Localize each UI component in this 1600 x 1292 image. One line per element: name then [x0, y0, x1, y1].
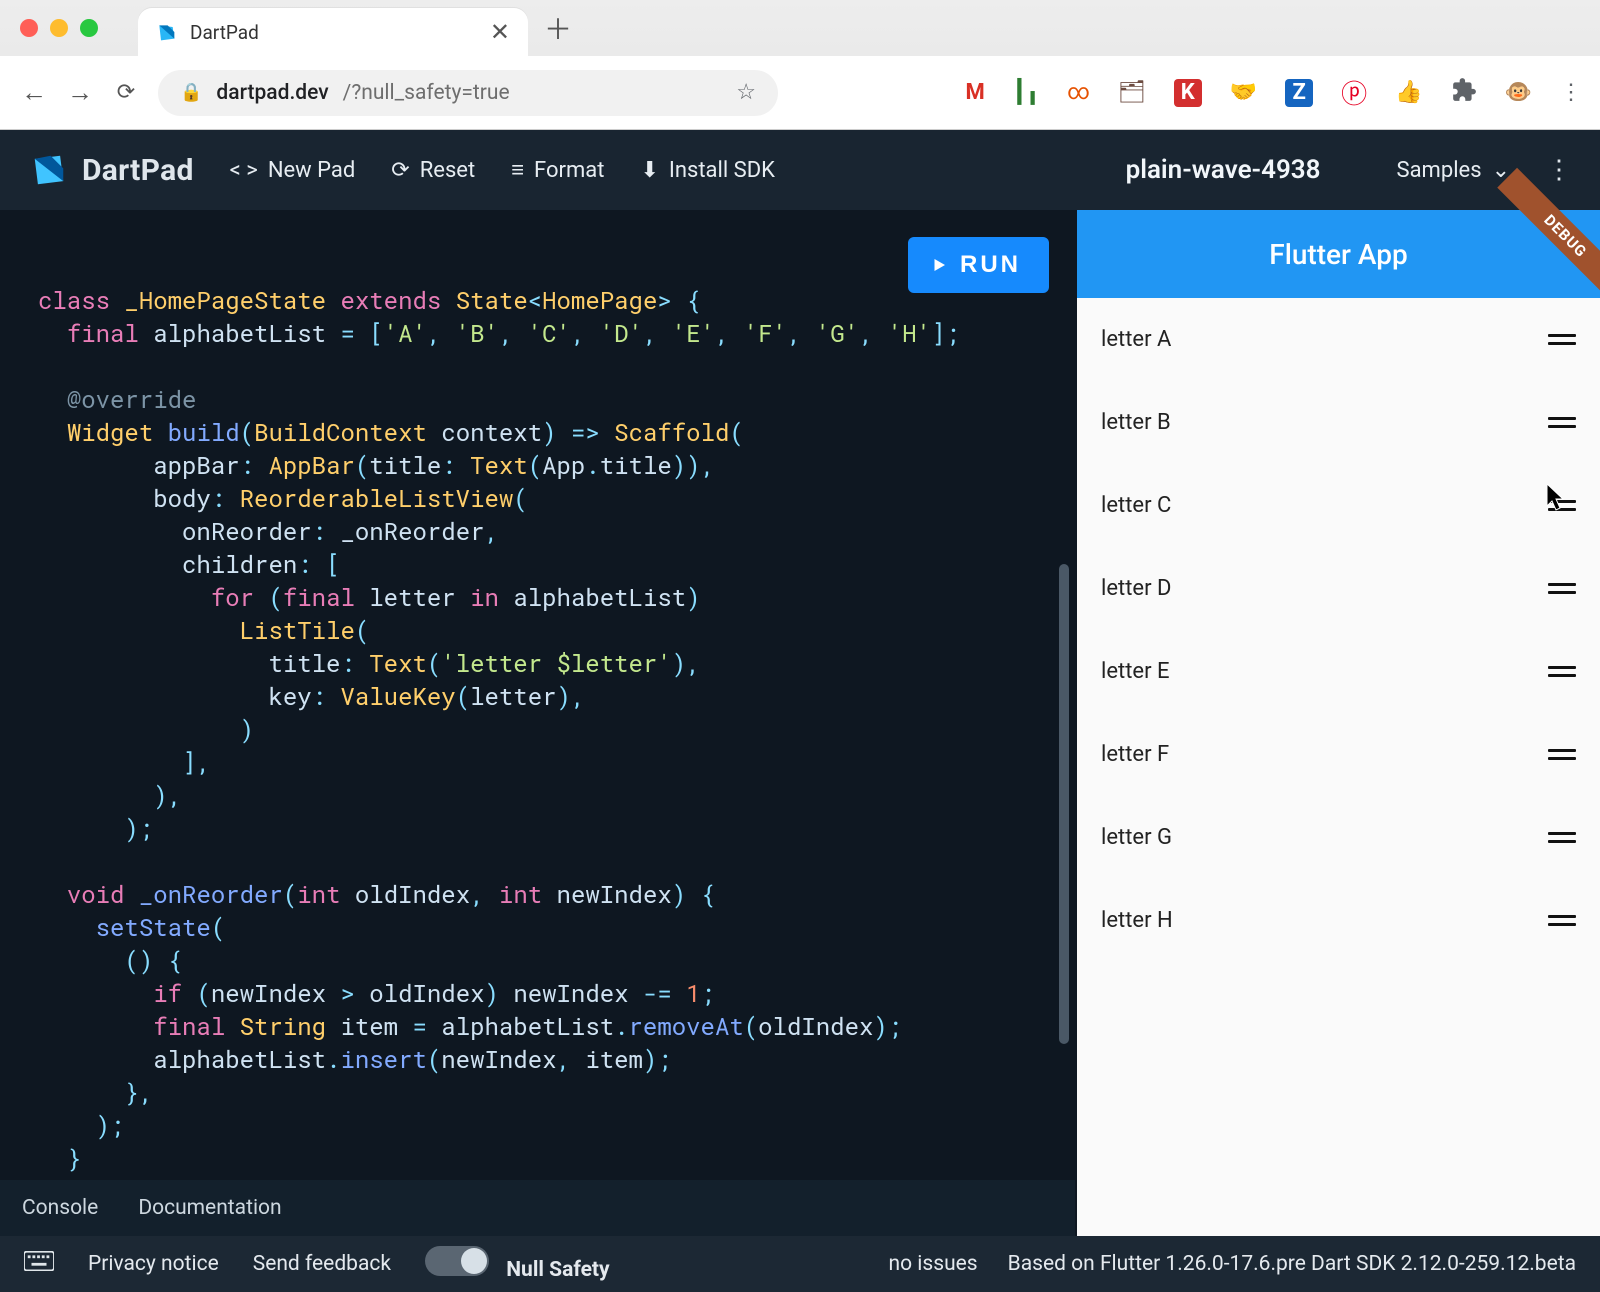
drag-handle-icon[interactable]	[1548, 749, 1576, 760]
dartpad-toolbar: DartPad < > New Pad ⟳ Reset ≡ Format ⬇ I…	[0, 130, 1600, 210]
reset-label: Reset	[420, 158, 475, 183]
main-split: RUN class _HomePageState extends State<H…	[0, 210, 1600, 1236]
dart-favicon-icon	[156, 22, 176, 42]
null-safety-toggle[interactable]: Null Safety	[425, 1246, 610, 1282]
format-label: Format	[534, 158, 604, 183]
ext-icon[interactable]: 👍	[1395, 80, 1422, 105]
maximize-window-icon[interactable]	[80, 19, 98, 37]
play-icon	[930, 256, 948, 274]
scrollbar-thumb[interactable]	[1059, 564, 1069, 1044]
list-item[interactable]: letter F	[1077, 713, 1600, 796]
format-button[interactable]: ≡ Format	[511, 157, 604, 183]
minimize-window-icon[interactable]	[50, 19, 68, 37]
extensions-button[interactable]	[1451, 77, 1477, 109]
url-path: /?null_safety=true	[343, 81, 510, 105]
dartpad-app: DartPad < > New Pad ⟳ Reset ≡ Format ⬇ I…	[0, 130, 1600, 1292]
ext-icon[interactable]: 🗂	[1118, 80, 1146, 105]
drag-handle-icon[interactable]	[1548, 583, 1576, 594]
code-editor[interactable]: class _HomePageState extends State<HomeP…	[0, 284, 1075, 1180]
toggle-switch-icon[interactable]	[425, 1246, 489, 1276]
pinterest-ext-icon[interactable]: ⓟ	[1341, 74, 1367, 111]
back-button[interactable]: ←	[20, 77, 48, 108]
tab-close-icon[interactable]: ✕	[490, 18, 510, 46]
gmail-ext-icon[interactable]: M	[965, 80, 984, 105]
drag-handle-icon[interactable]	[1548, 832, 1576, 843]
install-sdk-button[interactable]: ⬇ Install SDK	[640, 158, 775, 183]
flutter-preview: Flutter App DEBUG letter Aletter Bletter…	[1075, 210, 1600, 1236]
toolbar-row: ← → ⟳ 🔒 dartpad.dev/?null_safety=true ☆ …	[0, 56, 1600, 129]
list-item[interactable]: letter H	[1077, 879, 1600, 962]
list-item-label: letter F	[1101, 742, 1169, 767]
more-menu-button[interactable]: ⋮	[1546, 155, 1570, 185]
browser-tab[interactable]: DartPad ✕	[138, 8, 528, 56]
url-domain: dartpad.dev	[216, 81, 328, 105]
list-item-label: letter H	[1101, 908, 1173, 933]
ext-icon[interactable]: ∞	[1067, 80, 1090, 105]
status-bar: Privacy notice Send feedback Null Safety…	[0, 1236, 1600, 1292]
list-item[interactable]: letter A	[1077, 298, 1600, 381]
samples-dropdown[interactable]: Samples ⌄	[1397, 158, 1510, 183]
privacy-link[interactable]: Privacy notice	[88, 1252, 219, 1276]
dartpad-logo[interactable]: DartPad	[30, 151, 194, 189]
download-icon: ⬇	[640, 158, 658, 183]
list-item[interactable]: letter B	[1077, 381, 1600, 464]
list-item-label: letter B	[1101, 410, 1171, 435]
lock-icon: 🔒	[180, 82, 202, 103]
new-pad-button[interactable]: < > New Pad	[230, 158, 356, 183]
samples-label: Samples	[1397, 158, 1482, 183]
drag-handle-icon[interactable]	[1548, 334, 1576, 345]
run-label: RUN	[960, 251, 1021, 279]
bookmark-star-icon[interactable]: ☆	[736, 80, 756, 105]
ext-icon[interactable]: Z	[1285, 79, 1313, 107]
reorderable-list[interactable]: letter A letter B letter C letter D letter E…	[1077, 298, 1600, 1236]
feedback-link[interactable]: Send feedback	[253, 1252, 391, 1276]
editor-pane: RUN class _HomePageState extends State<H…	[0, 210, 1075, 1236]
list-item[interactable]: letter D	[1077, 547, 1600, 630]
ext-icon[interactable]: 🐵	[1505, 80, 1532, 105]
window-controls[interactable]	[20, 19, 98, 37]
list-item-label: letter A	[1101, 327, 1171, 352]
address-bar[interactable]: 🔒 dartpad.dev /?null_safety=true ☆	[158, 70, 778, 116]
list-item[interactable]: letter C	[1077, 464, 1600, 547]
list-item-label: letter C	[1101, 493, 1171, 518]
list-item-label: letter D	[1101, 576, 1171, 601]
ext-icon[interactable]: K	[1174, 79, 1202, 107]
ext-icon[interactable]: ┃╻	[1013, 80, 1040, 105]
tab-title: DartPad	[190, 21, 476, 44]
project-name: plain-wave-4938	[1126, 155, 1321, 185]
browser-menu-button[interactable]: ⋮	[1560, 80, 1580, 105]
list-item-label: letter E	[1101, 659, 1170, 684]
drag-handle-icon[interactable]	[1548, 500, 1576, 511]
list-item-label: letter G	[1101, 825, 1172, 850]
logo-text: DartPad	[82, 153, 194, 188]
reset-button[interactable]: ⟳ Reset	[391, 158, 475, 183]
null-safety-label: Null Safety	[506, 1258, 609, 1282]
reset-icon: ⟳	[391, 158, 409, 183]
new-pad-label: New Pad	[268, 158, 355, 183]
drag-handle-icon[interactable]	[1548, 666, 1576, 677]
keyboard-icon[interactable]	[24, 1251, 54, 1277]
extensions-tray: M ┃╻ ∞ 🗂 K 🤝 Z ⓟ 👍 🐵 ⋮	[965, 74, 1580, 111]
list-item[interactable]: letter E	[1077, 630, 1600, 713]
issues-status[interactable]: no issues	[889, 1252, 978, 1276]
console-tab[interactable]: Console	[22, 1196, 98, 1220]
format-icon: ≡	[511, 157, 524, 183]
flutter-appbar: Flutter App DEBUG	[1077, 210, 1600, 298]
browser-chrome: DartPad ✕ ＋ ← → ⟳ 🔒 dartpad.dev /?null_sa…	[0, 0, 1600, 130]
tab-strip: DartPad ✕ ＋	[0, 0, 1600, 56]
sdk-version: Based on Flutter 1.26.0-17.6.pre Dart SD…	[1008, 1252, 1576, 1276]
forward-button[interactable]: →	[66, 77, 94, 108]
list-item[interactable]: letter G	[1077, 796, 1600, 879]
install-sdk-label: Install SDK	[669, 158, 775, 183]
output-tabs: Console Documentation	[0, 1180, 1075, 1236]
flutter-app-title: Flutter App	[1269, 238, 1407, 271]
code-icon: < >	[230, 158, 258, 183]
ext-icon[interactable]: 🤝	[1230, 80, 1257, 105]
drag-handle-icon[interactable]	[1548, 417, 1576, 428]
drag-handle-icon[interactable]	[1548, 915, 1576, 926]
close-window-icon[interactable]	[20, 19, 38, 37]
documentation-tab[interactable]: Documentation	[138, 1196, 281, 1220]
reload-button[interactable]: ⟳	[112, 80, 140, 105]
new-tab-button[interactable]: ＋	[538, 8, 578, 48]
